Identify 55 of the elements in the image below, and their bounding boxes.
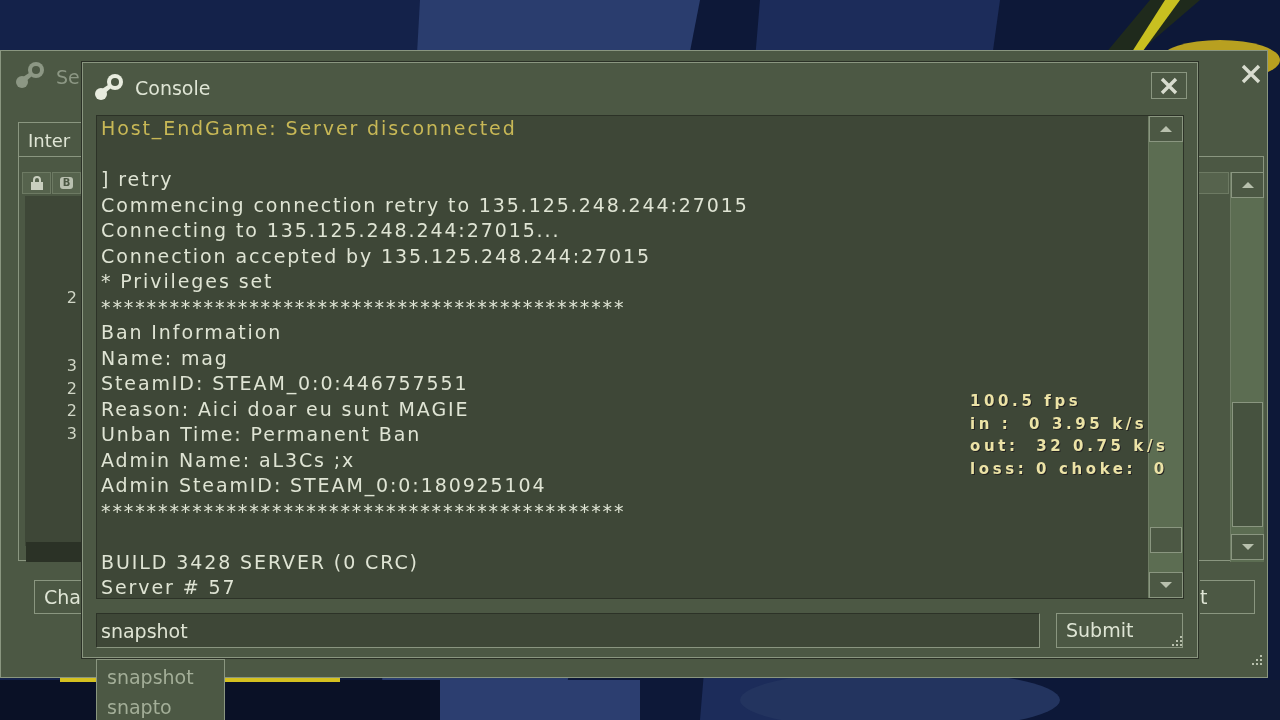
suggestion-item[interactable]: snapto [97, 692, 224, 720]
log-line: Unban Time: Permanent Ban [101, 422, 422, 447]
scroll-down-button[interactable] [1231, 534, 1264, 560]
log-line: Server # 57 [101, 575, 237, 598]
log-line: Connecting to 135.125.248.244:27015... [101, 218, 561, 243]
log-line: Name: mag [101, 345, 229, 371]
lock-icon [29, 176, 44, 190]
window-title: Se [56, 65, 80, 90]
log-line: Host_EndGame: Server disconnected [101, 116, 517, 142]
up-arrow-icon [1240, 181, 1255, 189]
close-icon [1240, 63, 1262, 85]
net-graph-line: in : 0 3.95 k/s [970, 413, 1148, 435]
scrollbar[interactable] [1230, 172, 1264, 562]
column-header[interactable]: B [52, 172, 81, 194]
log-line: SteamID: STEAM_0:0:446757551 [101, 371, 469, 397]
scroll-down-button[interactable] [1149, 572, 1183, 598]
log-line: BUILD 3428 SERVER (0 CRC) [101, 549, 419, 575]
player-count: 2 [65, 286, 78, 309]
log-line: Commencing connection retry to 135.125.248.244:27015 [101, 192, 749, 218]
scroll-up-button[interactable] [1231, 172, 1264, 198]
net-graph-line: 100.5 fps [970, 391, 1082, 412]
log-line: Ban Information [101, 320, 283, 345]
log-line: Reason: Aici doar eu sunt MAGIE [101, 396, 470, 422]
log-line: Admin SteamID: STEAM_0:0:180925104 [101, 473, 547, 499]
button[interactable]: Cha [34, 580, 82, 614]
net-graph-line: out: 32 0.75 k/s [970, 436, 1169, 458]
net-graph-line: loss: 0 choke: 0 [970, 458, 1168, 480]
down-arrow-icon [1159, 581, 1173, 589]
player-count: 3 [65, 354, 78, 377]
player-count: 3 [65, 422, 78, 445]
resize-grip[interactable] [1249, 655, 1263, 667]
log-line: Connection accepted by 135.125.248.244:27015 [101, 243, 652, 269]
log-line: ] retry [101, 167, 174, 192]
close-icon [1158, 75, 1180, 96]
command-input[interactable]: snapshot [96, 613, 1040, 648]
scrollbar-thumb[interactable] [1232, 402, 1263, 527]
tab[interactable]: Inter [18, 122, 82, 156]
scroll-up-button[interactable] [1149, 116, 1183, 142]
button[interactable]: t [1200, 580, 1255, 614]
log-line: ********************************************** [101, 498, 626, 524]
window-title: Console [135, 76, 211, 101]
horizontal-scrollbar[interactable] [26, 542, 84, 562]
log-line: * Privileges set [101, 269, 274, 294]
log-line: Admin Name: aL3Cs ;x [101, 447, 356, 473]
suggestion-item[interactable]: snapshot [97, 662, 224, 692]
log-line: ********************************************** [101, 294, 626, 320]
scrollbar-thumb[interactable] [1150, 527, 1182, 553]
down-arrow-icon [1240, 543, 1255, 551]
close-button[interactable] [1151, 72, 1187, 99]
column-header[interactable] [22, 172, 51, 194]
player-count: 2 [65, 377, 78, 400]
up-arrow-icon [1159, 125, 1173, 133]
submit-button[interactable]: Submit [1056, 613, 1183, 648]
player-count: 2 [65, 400, 78, 423]
resize-grip[interactable] [1169, 636, 1183, 648]
